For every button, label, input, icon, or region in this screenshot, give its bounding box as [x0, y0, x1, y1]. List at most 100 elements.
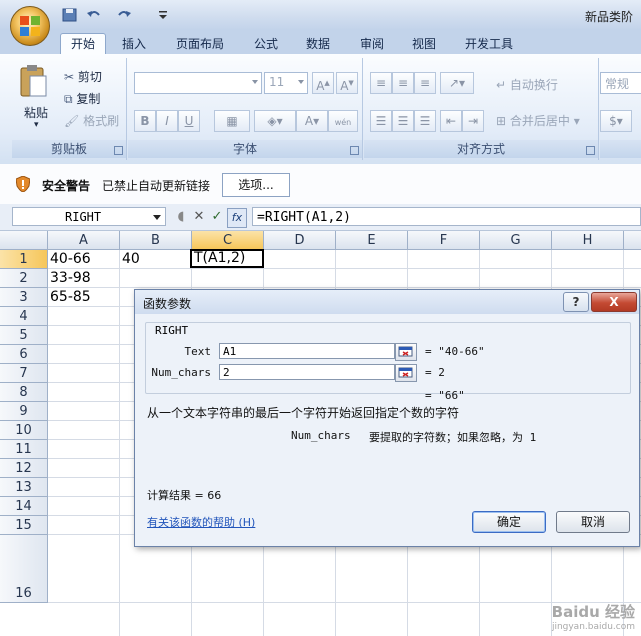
phonetic-icon[interactable]: wén: [328, 110, 358, 132]
align-top-icon[interactable]: ≡: [370, 72, 392, 94]
cut-button[interactable]: ✂ 剪切: [64, 68, 102, 85]
shrink-font-icon[interactable]: A▼: [336, 72, 358, 94]
column-header-h[interactable]: H: [552, 231, 624, 250]
font-color-icon[interactable]: A▾: [296, 110, 328, 132]
row-header-9[interactable]: 9: [0, 402, 48, 421]
tab-home[interactable]: 开始: [60, 33, 106, 55]
font-launcher-icon[interactable]: [350, 146, 359, 155]
orientation-icon[interactable]: ↗▾: [440, 72, 474, 94]
alignment-launcher-icon[interactable]: [586, 146, 595, 155]
cell-a2[interactable]: 33-98: [50, 270, 91, 286]
tab-data[interactable]: 数据: [298, 34, 338, 54]
formula-bar-handle-icon[interactable]: ◖: [172, 208, 190, 226]
column-header-d[interactable]: D: [264, 231, 336, 250]
wrap-text-button[interactable]: ↵ 自动换行: [496, 76, 558, 93]
align-bottom-icon[interactable]: ≡: [414, 72, 436, 94]
align-left-icon[interactable]: ☰: [370, 110, 392, 132]
row-header-10[interactable]: 10: [0, 421, 48, 440]
customize-qat-icon[interactable]: [158, 8, 174, 22]
row-header-12[interactable]: 12: [0, 459, 48, 478]
options-button[interactable]: 选项...: [222, 173, 290, 197]
name-box-dropdown-icon[interactable]: [153, 215, 161, 220]
function-help-link[interactable]: 有关该函数的帮助 (H): [147, 514, 255, 530]
cell-b1[interactable]: 40: [122, 251, 140, 267]
decrease-indent-icon[interactable]: ⇤: [440, 110, 462, 132]
cell-a3[interactable]: 65-85: [50, 289, 91, 305]
calc-result: 计算结果 = 66: [147, 489, 222, 502]
column-header-i[interactable]: I: [624, 231, 641, 250]
row-header-3[interactable]: 3: [0, 288, 48, 307]
undo-icon[interactable]: [86, 8, 102, 22]
column-header-c[interactable]: C: [192, 231, 264, 250]
column-header-f[interactable]: F: [408, 231, 480, 250]
merge-center-button[interactable]: ⊞ 合并后居中 ▾: [496, 112, 580, 129]
bold-button[interactable]: B: [134, 110, 156, 132]
increase-indent-icon[interactable]: ⇥: [462, 110, 484, 132]
paste-icon[interactable]: [18, 64, 50, 100]
row-header-2[interactable]: 2: [0, 269, 48, 288]
align-center-icon[interactable]: ☰: [392, 110, 414, 132]
clipboard-group: 粘贴 ▾ ✂ 剪切 ⧉ 复制 🖌 格式刷 剪贴板: [12, 58, 127, 160]
border-icon[interactable]: ▦: [214, 110, 250, 132]
column-header-a[interactable]: A: [48, 231, 120, 250]
name-box[interactable]: RIGHT: [12, 207, 166, 226]
format-painter-button[interactable]: 🖌 格式刷: [64, 112, 119, 129]
tab-view[interactable]: 视图: [404, 34, 444, 54]
close-icon[interactable]: X: [591, 292, 637, 312]
enter-formula-icon[interactable]: ✓: [208, 208, 226, 226]
tab-formulas[interactable]: 公式: [246, 34, 286, 54]
function-name: RIGHT: [153, 324, 191, 337]
watermark-url: jingyan.baidu.com: [551, 622, 635, 632]
column-header-b[interactable]: B: [120, 231, 192, 250]
ok-button[interactable]: 确定: [472, 511, 546, 533]
insert-function-icon[interactable]: fx: [227, 208, 247, 228]
redo-icon[interactable]: [116, 8, 132, 22]
tab-developer[interactable]: 开发工具: [458, 34, 520, 54]
column-header-g[interactable]: G: [480, 231, 552, 250]
select-all-corner[interactable]: [0, 231, 48, 250]
arg-input-num-chars[interactable]: 2: [219, 364, 395, 380]
row-header-5[interactable]: 5: [0, 326, 48, 345]
cell-c1-active[interactable]: T(A1,2): [190, 249, 264, 268]
save-icon[interactable]: [62, 8, 78, 22]
copy-button[interactable]: ⧉ 复制: [64, 90, 100, 107]
row-header-11[interactable]: 11: [0, 440, 48, 459]
number-format-combo[interactable]: 常规: [600, 72, 641, 94]
font-size-combo[interactable]: 11: [264, 72, 308, 94]
column-header-e[interactable]: E: [336, 231, 408, 250]
cancel-formula-icon[interactable]: ✕: [190, 208, 208, 226]
collapse-dialog-icon[interactable]: [395, 364, 417, 382]
row-header-13[interactable]: 13: [0, 478, 48, 497]
office-button[interactable]: [10, 6, 50, 46]
baidu-watermark: Baidu 经验 jingyan.baidu.com: [552, 601, 635, 632]
dialog-title-bar[interactable]: 函数参数 ? X: [135, 290, 639, 314]
row-header-8[interactable]: 8: [0, 383, 48, 402]
tab-review[interactable]: 审阅: [352, 34, 392, 54]
italic-button[interactable]: I: [156, 110, 178, 132]
align-middle-icon[interactable]: ≡: [392, 72, 414, 94]
font-name-combo[interactable]: [134, 72, 262, 94]
cancel-button[interactable]: 取消: [556, 511, 630, 533]
row-header-4[interactable]: 4: [0, 307, 48, 326]
paste-dropdown-icon[interactable]: ▾: [34, 120, 39, 130]
row-header-14[interactable]: 14: [0, 497, 48, 516]
row-header-1[interactable]: 1: [0, 250, 48, 269]
align-right-icon[interactable]: ☰: [414, 110, 436, 132]
arg-input-text[interactable]: A1: [219, 343, 395, 359]
formula-input[interactable]: =RIGHT(A1,2): [252, 207, 641, 226]
cell-a1[interactable]: 40-66: [50, 251, 91, 267]
tab-page-layout[interactable]: 页面布局: [170, 34, 230, 54]
tab-insert[interactable]: 插入: [114, 34, 154, 54]
row-header-7[interactable]: 7: [0, 364, 48, 383]
accounting-format-icon[interactable]: $▾: [600, 110, 632, 132]
row-header-15[interactable]: 15: [0, 516, 48, 535]
fill-color-icon[interactable]: ◈▾: [254, 110, 296, 132]
row-header-6[interactable]: 6: [0, 345, 48, 364]
grow-font-icon[interactable]: A▲: [312, 72, 334, 94]
clipboard-launcher-icon[interactable]: [114, 146, 123, 155]
underline-button[interactable]: U: [178, 110, 200, 132]
help-icon[interactable]: ?: [563, 292, 589, 312]
paste-button[interactable]: 粘贴: [24, 104, 48, 121]
collapse-dialog-icon[interactable]: [395, 343, 417, 361]
row-header-16[interactable]: 16: [0, 535, 48, 603]
